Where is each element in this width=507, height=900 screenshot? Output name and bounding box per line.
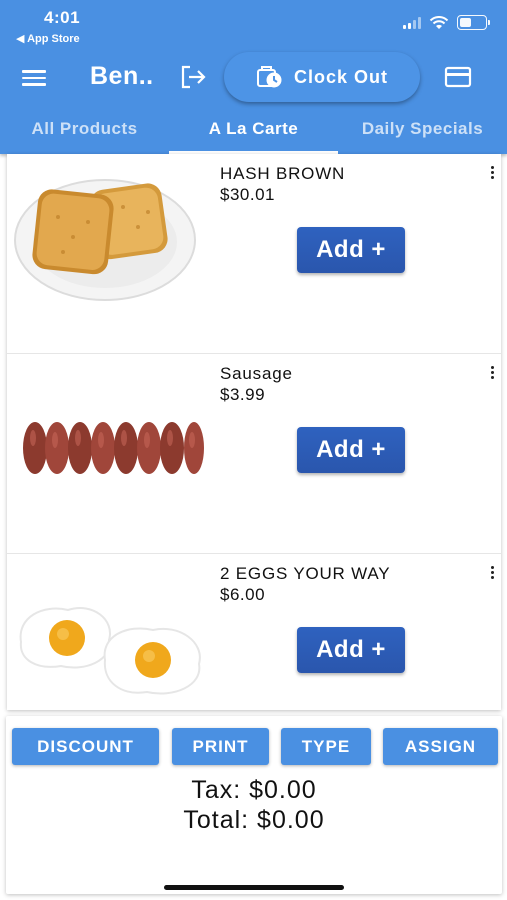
- wifi-icon: [429, 15, 449, 29]
- order-summary-panel: DISCOUNT PRINT TYPE ASSIGN Tax: $0.00 To…: [6, 716, 502, 894]
- user-name: Ben..: [90, 62, 154, 90]
- menu-icon[interactable]: [22, 66, 48, 88]
- sausage-image: [23, 422, 204, 474]
- status-icons: [403, 15, 490, 30]
- tab-all-products[interactable]: All Products: [0, 108, 169, 154]
- product-card: HASH BROWN $30.01 Add +: [7, 154, 501, 354]
- add-button[interactable]: Add +: [297, 427, 405, 473]
- add-button[interactable]: Add +: [297, 627, 405, 673]
- product-card: 2 EGGS YOUR WAY $6.00 Add +: [7, 554, 501, 710]
- battery-icon: [457, 15, 490, 30]
- status-time: 4:01: [44, 8, 81, 27]
- add-button[interactable]: Add +: [297, 227, 405, 273]
- logout-icon[interactable]: [178, 64, 208, 90]
- product-price: $3.99: [220, 385, 266, 404]
- product-list: HASH BROWN $30.01 Add + Sausage $3.99 Ad…: [7, 154, 501, 710]
- category-tabs: All Products A La Carte Daily Specials: [0, 108, 507, 154]
- assign-button[interactable]: ASSIGN: [383, 728, 498, 765]
- hash-brown-image: [14, 179, 196, 301]
- tax-amount: Tax: $0.00: [191, 776, 317, 804]
- product-name: 2 EGGS YOUR WAY: [220, 564, 391, 583]
- print-button[interactable]: PRINT: [172, 728, 269, 765]
- back-to-app-store[interactable]: ◀ App Store: [16, 32, 80, 45]
- more-vert-icon[interactable]: [486, 166, 498, 182]
- tab-a-la-carte[interactable]: A La Carte: [169, 108, 338, 154]
- more-vert-icon[interactable]: [486, 366, 498, 382]
- clock-icon: [256, 66, 282, 88]
- product-price: $6.00: [220, 585, 266, 604]
- product-name: Sausage: [220, 364, 293, 383]
- fried-eggs-image: [19, 607, 201, 695]
- clock-out-label: Clock Out: [293, 66, 388, 87]
- product-card: Sausage $3.99 Add +: [7, 354, 501, 554]
- home-indicator[interactable]: [164, 885, 344, 890]
- tab-daily-specials[interactable]: Daily Specials: [338, 108, 507, 154]
- clock-out-button[interactable]: Clock Out: [224, 52, 420, 102]
- total-amount: Total: $0.00: [183, 806, 325, 834]
- more-vert-icon[interactable]: [486, 566, 498, 582]
- discount-button[interactable]: DISCOUNT: [12, 728, 159, 765]
- signal-icon: [403, 16, 421, 29]
- credit-card-icon[interactable]: [444, 66, 472, 88]
- product-price: $30.01: [220, 185, 275, 204]
- type-button[interactable]: TYPE: [281, 728, 371, 765]
- app-header: 4:01 ◀ App Store Ben.. Clock Out All Pro…: [0, 0, 507, 154]
- product-name: HASH BROWN: [220, 164, 346, 183]
